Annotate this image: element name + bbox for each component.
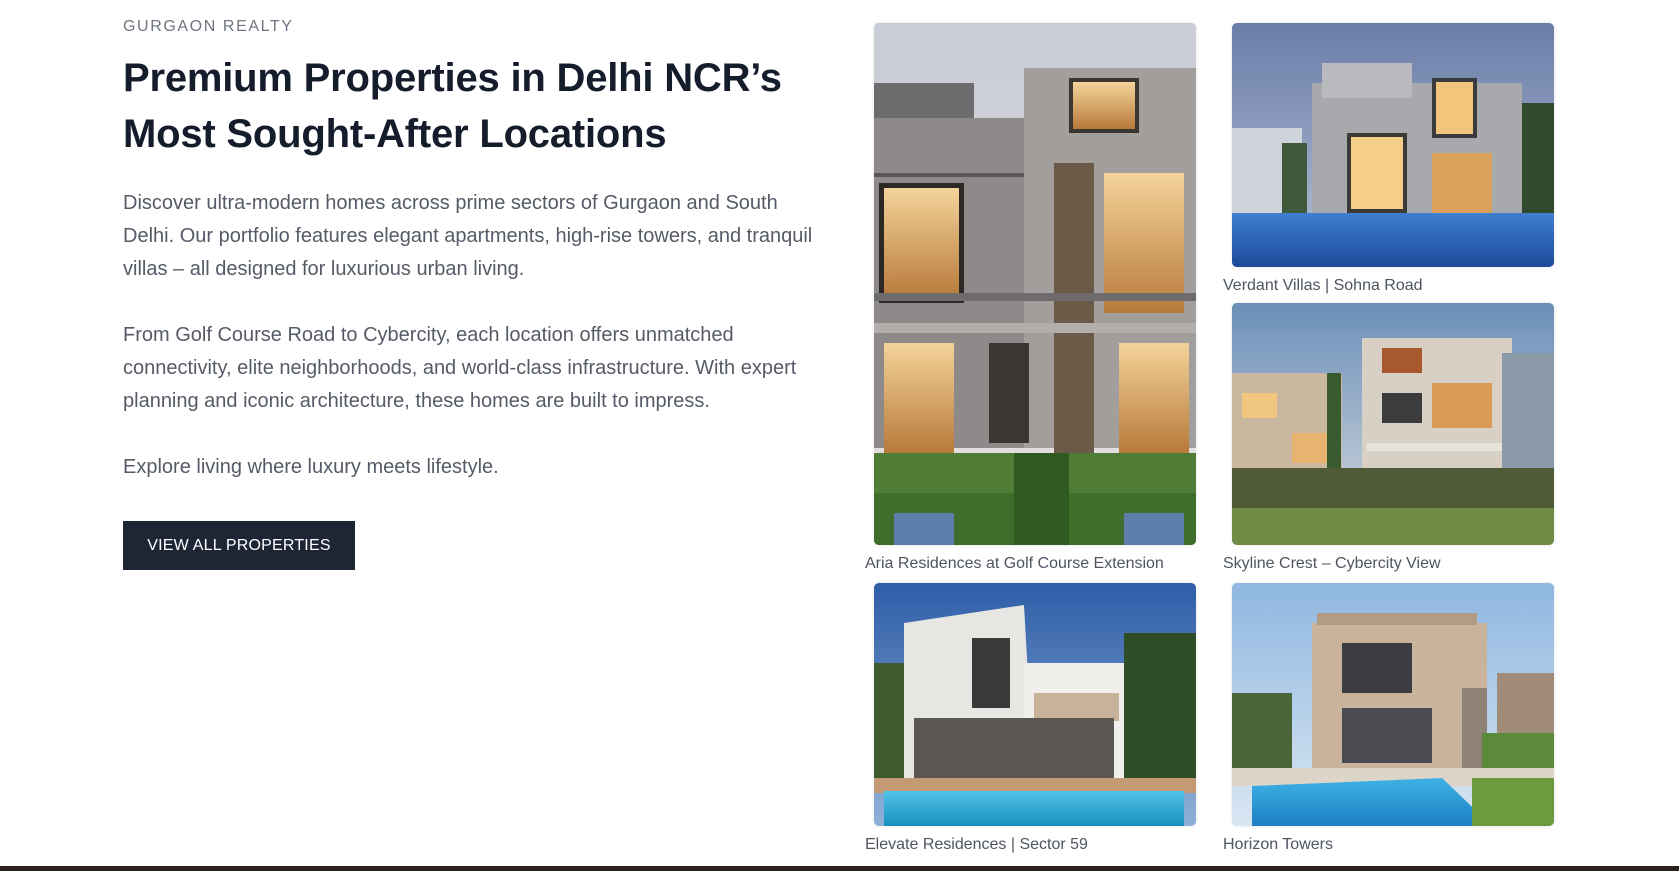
view-all-properties-button[interactable]: VIEW ALL PROPERTIES xyxy=(123,521,355,570)
brand-eyebrow: GURGAON REALTY xyxy=(123,18,294,35)
intro-paragraph-3: Explore living where luxury meets lifest… xyxy=(123,456,499,478)
title-line-2: Most Sought-After Locations xyxy=(123,112,667,156)
beige-villa-image xyxy=(1232,583,1554,826)
white-villa-image xyxy=(874,583,1196,826)
terraced-villas-image xyxy=(1232,303,1554,545)
title-line-1: Premium Properties in Delhi NCR’s xyxy=(123,56,782,100)
page-title: Premium Properties in Delhi NCR’s Most S… xyxy=(123,50,843,162)
property-card-aria[interactable]: Aria Residences at Golf Course Extension xyxy=(865,23,1200,578)
property-image[interactable] xyxy=(1232,583,1554,826)
intro-paragraph-2: From Golf Course Road to Cybercity, each… xyxy=(123,324,797,412)
footer-edge xyxy=(0,866,1679,871)
property-card-skyline[interactable]: Skyline Crest – Cybercity View xyxy=(1223,303,1563,578)
property-caption[interactable]: Horizon Towers xyxy=(1223,836,1333,854)
modern-villa-image xyxy=(874,23,1196,545)
property-image[interactable] xyxy=(874,23,1196,545)
property-caption[interactable]: Aria Residences at Golf Course Extension xyxy=(865,555,1164,573)
property-image[interactable] xyxy=(1232,303,1554,545)
property-image[interactable] xyxy=(1232,23,1554,267)
villa-pool-image xyxy=(1232,23,1554,267)
property-caption[interactable]: Verdant Villas | Sohna Road xyxy=(1223,277,1423,295)
property-card-verdant[interactable]: Verdant Villas | Sohna Road xyxy=(1223,23,1563,298)
intro-paragraph-1: Discover ultra-modern homes across prime… xyxy=(123,192,813,280)
property-card-elevate[interactable]: Elevate Residences | Sector 59 xyxy=(865,583,1200,858)
property-caption[interactable]: Elevate Residences | Sector 59 xyxy=(865,836,1088,854)
property-image[interactable] xyxy=(874,583,1196,826)
property-card-horizon[interactable]: Horizon Towers xyxy=(1223,583,1563,858)
property-caption[interactable]: Skyline Crest – Cybercity View xyxy=(1223,555,1441,573)
